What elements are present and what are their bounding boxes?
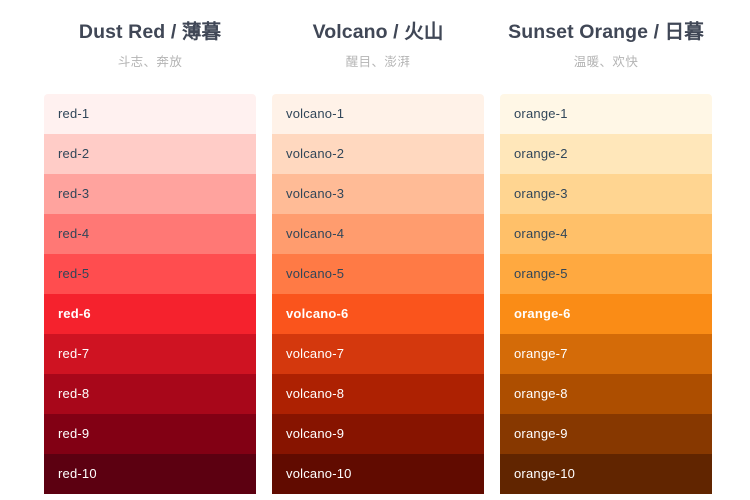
color-swatch-label: orange-2 <box>514 146 568 161</box>
color-swatch-label: volcano-7 <box>286 346 345 361</box>
palette-title: Sunset Orange / 日暮 <box>508 21 704 43</box>
palette-title: Volcano / 火山 <box>312 21 444 43</box>
palette-header: Dust Red / 薄暮斗志、奔放 <box>44 0 256 72</box>
color-swatch-label: orange-4 <box>514 226 568 241</box>
color-swatch[interactable]: volcano-8 <box>272 374 484 414</box>
color-swatch-label: red-10 <box>58 466 97 481</box>
color-swatch[interactable]: red-5 <box>44 254 256 294</box>
color-swatch[interactable]: volcano-4 <box>272 214 484 254</box>
swatch-stack: volcano-1 volcano-2 volcano-3 volcano-4 volc… <box>272 94 484 500</box>
color-swatch[interactable]: red-10 <box>44 454 256 494</box>
color-swatch[interactable]: orange-5 <box>500 254 712 294</box>
color-swatch[interactable]: volcano-10 <box>272 454 484 494</box>
color-palette-board: Dust Red / 薄暮 斗志、奔放 red-1 red-2 red-3 red-4 re… <box>0 0 750 500</box>
color-swatch[interactable]: orange-10 <box>500 454 712 494</box>
swatch-stack: red-1 red-2 red-3 red-4 red-5 red-6 red-7 red-8… <box>44 94 256 500</box>
color-swatch[interactable]: volcano-2 <box>272 134 484 174</box>
color-swatch[interactable]: red-1 <box>44 94 256 134</box>
color-swatch[interactable]: volcano-7 <box>272 334 484 374</box>
swatch-stack: orange-1 orange-2 orange-3 orange-4 orange-5… <box>500 94 712 500</box>
palette-column-dust-red: Dust Red / 薄暮 斗志、奔放 red-1 red-2 red-3 red-4 re… <box>44 0 256 500</box>
palette-header: Sunset Orange / 日暮温暖、欢快 <box>500 0 712 72</box>
color-swatch-label: red-7 <box>58 346 90 361</box>
color-swatch-label: volcano-8 <box>286 386 345 401</box>
color-swatch-label: volcano-5 <box>286 266 345 281</box>
color-swatch-label: volcano-3 <box>286 186 345 201</box>
color-swatch[interactable]: volcano-3 <box>272 174 484 214</box>
color-swatch-label: orange-5 <box>514 266 568 281</box>
color-swatch-label: orange-7 <box>514 346 568 361</box>
color-swatch-label: volcano-6 <box>286 306 349 321</box>
color-swatch[interactable]: orange-3 <box>500 174 712 214</box>
color-swatch[interactable]: orange-1 <box>500 94 712 134</box>
color-swatch-label: red-1 <box>58 106 90 121</box>
color-swatch-label: red-5 <box>58 266 90 281</box>
color-swatch-label: orange-6 <box>514 306 571 321</box>
palette-header: Volcano / 火山醒目、澎湃 <box>272 0 484 72</box>
color-swatch[interactable]: orange-6 <box>500 294 712 334</box>
color-swatch-label: volcano-1 <box>286 106 345 121</box>
palette-column-sunset-orange: Sunset Orange / 日暮 温暖、欢快 orange-1 orange-2 o… <box>500 0 712 500</box>
color-swatch[interactable]: volcano-6 <box>272 294 484 334</box>
color-swatch-label: orange-8 <box>514 386 568 401</box>
color-swatch[interactable]: volcano-5 <box>272 254 484 294</box>
palette-column-volcano: Volcano / 火山 醒目、澎湃 volcano-1 volcano-2 volca… <box>272 0 484 500</box>
color-swatch-label: orange-10 <box>514 466 576 481</box>
color-swatch[interactable]: orange-7 <box>500 334 712 374</box>
color-swatch[interactable]: volcano-1 <box>272 94 484 134</box>
color-swatch-label: red-6 <box>58 306 91 321</box>
color-swatch[interactable]: red-4 <box>44 214 256 254</box>
color-swatch-label: orange-9 <box>514 426 568 441</box>
color-swatch[interactable]: red-7 <box>44 334 256 374</box>
color-swatch[interactable]: volcano-9 <box>272 414 484 454</box>
color-swatch-label: volcano-2 <box>286 146 345 161</box>
color-swatch-label: volcano-10 <box>286 466 352 481</box>
color-swatch-label: red-4 <box>58 226 90 241</box>
color-swatch-label: red-2 <box>58 146 90 161</box>
color-swatch[interactable]: orange-8 <box>500 374 712 414</box>
palette-subtitle: 温暖、欢快 <box>573 55 639 69</box>
palette-subtitle: 斗志、奔放 <box>117 55 183 69</box>
palette-title: Dust Red / 薄暮 <box>78 21 222 43</box>
color-swatch[interactable]: orange-9 <box>500 414 712 454</box>
color-swatch[interactable]: red-3 <box>44 174 256 214</box>
color-swatch[interactable]: orange-2 <box>500 134 712 174</box>
color-swatch-label: red-8 <box>58 386 90 401</box>
color-swatch-label: volcano-9 <box>286 426 345 441</box>
color-swatch-label: orange-1 <box>514 106 568 121</box>
color-swatch-label: red-3 <box>58 186 90 201</box>
color-swatch[interactable]: red-6 <box>44 294 256 334</box>
color-swatch-label: red-9 <box>58 426 90 441</box>
color-swatch[interactable]: red-2 <box>44 134 256 174</box>
color-swatch-label: volcano-4 <box>286 226 345 241</box>
palette-subtitle: 醒目、澎湃 <box>345 55 411 69</box>
color-swatch[interactable]: red-9 <box>44 414 256 454</box>
color-swatch-label: orange-3 <box>514 186 568 201</box>
color-swatch[interactable]: red-8 <box>44 374 256 414</box>
color-swatch[interactable]: orange-4 <box>500 214 712 254</box>
